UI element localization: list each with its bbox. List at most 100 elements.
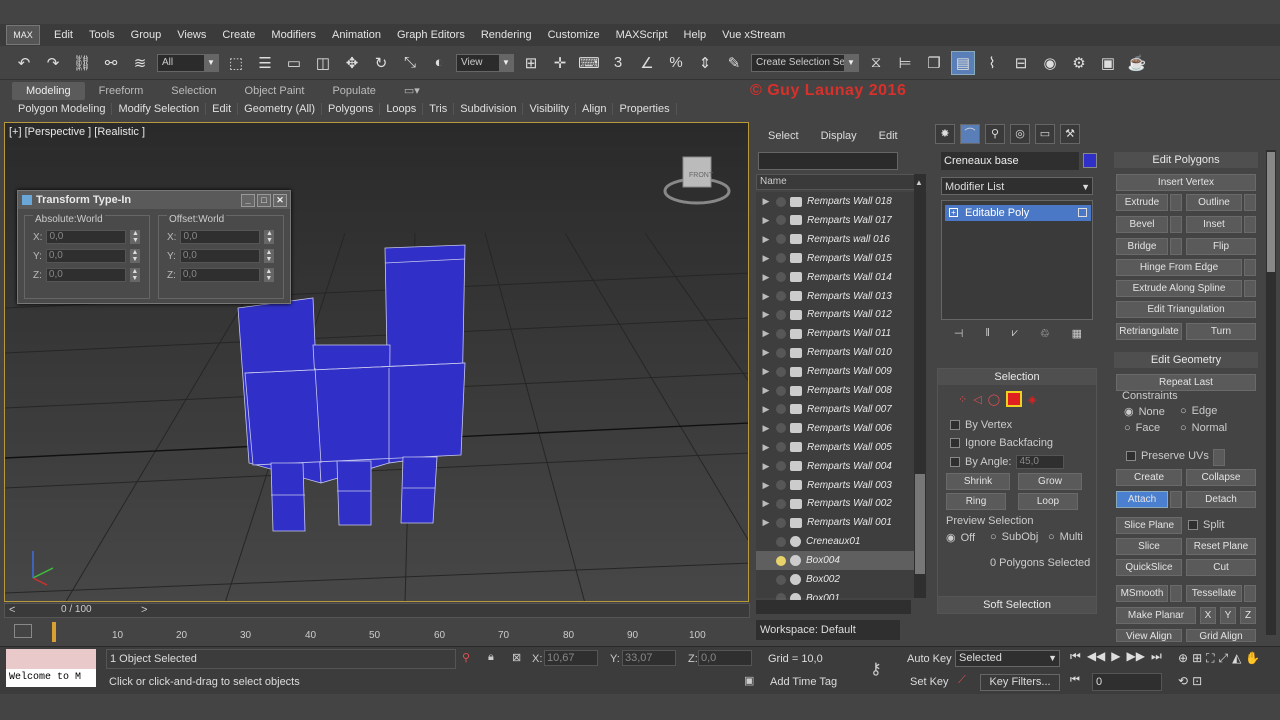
- bevel-button[interactable]: Bevel: [1116, 216, 1168, 233]
- preview-subobj-radio[interactable]: ○ SubObj: [990, 531, 1038, 543]
- set-key-icon[interactable]: ⟋: [958, 674, 966, 687]
- make-planar-button[interactable]: Make Planar: [1116, 607, 1196, 624]
- visibility-bulb-icon[interactable]: [776, 480, 786, 490]
- scene-hscrollbar[interactable]: [756, 600, 911, 614]
- auto-key-button[interactable]: Auto Key: [907, 653, 952, 665]
- scene-item[interactable]: ▶ Remparts Wall 006: [756, 419, 914, 438]
- maximize-viewport-icon[interactable]: ⊡: [1192, 674, 1202, 692]
- tab-freeform[interactable]: Freeform: [85, 82, 158, 100]
- scroll-up-icon[interactable]: ▲: [915, 178, 925, 190]
- mini-curve-editor-icon[interactable]: [14, 624, 32, 638]
- menu-help[interactable]: Help: [676, 29, 715, 41]
- scene-item[interactable]: Box004: [756, 551, 914, 571]
- edit-triangulation-button[interactable]: Edit Triangulation: [1116, 301, 1256, 318]
- time-slider[interactable]: < 0 / 100 >: [4, 603, 750, 618]
- scene-item[interactable]: ▶ Remparts Wall 002: [756, 494, 914, 513]
- scene-item[interactable]: Creneaux01: [756, 532, 914, 551]
- collapse-button[interactable]: Collapse: [1186, 469, 1256, 486]
- abs-x-field[interactable]: 0,0: [46, 230, 127, 244]
- detach-button[interactable]: Detach: [1186, 491, 1256, 508]
- outline-settings-icon[interactable]: [1244, 194, 1256, 211]
- expand-icon[interactable]: ▶: [760, 215, 772, 226]
- utilities-tab-icon[interactable]: ⚒: [1060, 124, 1080, 144]
- visibility-bulb-icon[interactable]: [776, 253, 786, 264]
- create-button[interactable]: Create: [1116, 469, 1182, 486]
- constraint-normal-radio[interactable]: ○ Normal: [1180, 422, 1227, 434]
- track-bar[interactable]: 10 20 30 40 50 60 70 80 90 100: [0, 620, 750, 646]
- panel-visibility[interactable]: Visibility: [523, 103, 577, 115]
- menu-graph-editors[interactable]: Graph Editors: [389, 29, 473, 41]
- rect-selection-icon[interactable]: ▭: [282, 51, 306, 75]
- scene-search-input[interactable]: [758, 152, 898, 170]
- menu-group[interactable]: Group: [123, 29, 170, 41]
- prev-key-icon[interactable]: ◀◀: [1087, 649, 1105, 669]
- shrink-button[interactable]: Shrink: [946, 473, 1010, 490]
- panel-align[interactable]: Align: [576, 103, 614, 115]
- element-level-icon[interactable]: ◈: [1028, 393, 1036, 406]
- loop-button[interactable]: Loop: [1018, 493, 1078, 510]
- current-frame-field[interactable]: 0: [1092, 673, 1162, 691]
- key-icon[interactable]: ⚷: [870, 659, 882, 679]
- edit-polygons-title[interactable]: Edit Polygons: [1114, 152, 1258, 168]
- off-y-field[interactable]: 0,0: [179, 249, 260, 263]
- scene-item[interactable]: ▶ Remparts Wall 014: [756, 268, 914, 287]
- scene-item[interactable]: ▶ Remparts Wall 018: [756, 192, 914, 211]
- next-key-icon[interactable]: ▶▶: [1127, 649, 1145, 669]
- object-name-field[interactable]: Creneaux base: [941, 152, 1079, 170]
- inset-settings-icon[interactable]: [1244, 216, 1256, 233]
- workspace-selector[interactable]: Workspace: Default: [756, 620, 900, 640]
- soft-selection-rollout[interactable]: Soft Selection: [937, 596, 1097, 614]
- angle-snap-icon[interactable]: ∠: [635, 51, 659, 75]
- menu-views[interactable]: Views: [169, 29, 214, 41]
- reset-plane-button[interactable]: Reset Plane: [1186, 538, 1256, 555]
- menu-animation[interactable]: Animation: [324, 29, 389, 41]
- motion-tab-icon[interactable]: ◎: [1010, 124, 1030, 144]
- quickslice-button[interactable]: QuickSlice: [1116, 559, 1182, 576]
- scene-item[interactable]: ▶ Remparts Wall 009: [756, 362, 914, 381]
- visibility-bulb-icon[interactable]: [776, 215, 786, 226]
- expand-icon[interactable]: +: [949, 208, 958, 217]
- preview-off-radio[interactable]: ◉ Off: [946, 531, 975, 545]
- preserve-uvs-settings-icon[interactable]: [1213, 449, 1225, 466]
- view-align-button[interactable]: View Align: [1116, 629, 1182, 642]
- visibility-bulb-icon[interactable]: [776, 385, 786, 396]
- spinner-snap-icon[interactable]: ⇕: [693, 51, 717, 75]
- select-manipulate-icon[interactable]: ✛: [548, 51, 572, 75]
- edit-named-sel-icon[interactable]: ✎: [722, 51, 746, 75]
- lock-icon[interactable]: 🔒︎: [488, 651, 494, 664]
- visibility-bulb-icon[interactable]: [776, 461, 786, 472]
- off-z-field[interactable]: 0,0: [179, 268, 260, 282]
- expand-icon[interactable]: ▶: [760, 480, 772, 491]
- window-crossing-icon[interactable]: ◫: [311, 51, 335, 75]
- visibility-bulb-icon[interactable]: [776, 196, 786, 207]
- tab-selection[interactable]: Selection: [157, 82, 230, 100]
- panel-modify-selection[interactable]: Modify Selection: [112, 103, 207, 115]
- maxscript-listener-input[interactable]: Welcome to M: [6, 669, 96, 687]
- slice-plane-button[interactable]: Slice Plane: [1116, 517, 1182, 534]
- scene-item[interactable]: ▶ Remparts Wall 008: [756, 381, 914, 400]
- time-cursor[interactable]: [52, 622, 56, 642]
- link-icon[interactable]: ⛓: [70, 51, 94, 75]
- tab-object-paint[interactable]: Object Paint: [231, 82, 319, 100]
- scene-item[interactable]: ▶ Remparts Wall 005: [756, 438, 914, 457]
- make-unique-icon[interactable]: ⩗: [1012, 327, 1018, 345]
- ignore-backfacing-checkbox[interactable]: Ignore Backfacing: [950, 437, 1053, 449]
- panel-loops[interactable]: Loops: [380, 103, 424, 115]
- visibility-bulb-icon[interactable]: [776, 272, 786, 283]
- scene-scrollbar[interactable]: ▲: [914, 174, 926, 598]
- msmooth-button[interactable]: MSmooth: [1116, 585, 1168, 602]
- close-icon[interactable]: ✕: [273, 193, 287, 207]
- schematic-view-icon[interactable]: ⊟: [1009, 51, 1033, 75]
- panel-subdivision[interactable]: Subdivision: [454, 103, 524, 115]
- edit-geometry-title[interactable]: Edit Geometry: [1114, 352, 1258, 368]
- menu-edit[interactable]: Edit: [46, 29, 81, 41]
- tessellate-settings-icon[interactable]: [1244, 585, 1256, 602]
- select-by-name-icon[interactable]: ☰: [253, 51, 277, 75]
- scene-menu-display[interactable]: Display: [821, 130, 857, 142]
- expand-icon[interactable]: ▶: [760, 404, 772, 415]
- expand-icon[interactable]: ▶: [760, 498, 772, 509]
- zoom-all-icon[interactable]: ⊞: [1192, 651, 1202, 670]
- constraint-none-radio[interactable]: ◉ None: [1124, 405, 1165, 419]
- configure-modifier-icon[interactable]: ▦: [1072, 327, 1082, 345]
- insert-vertex-button[interactable]: Insert Vertex: [1116, 174, 1256, 191]
